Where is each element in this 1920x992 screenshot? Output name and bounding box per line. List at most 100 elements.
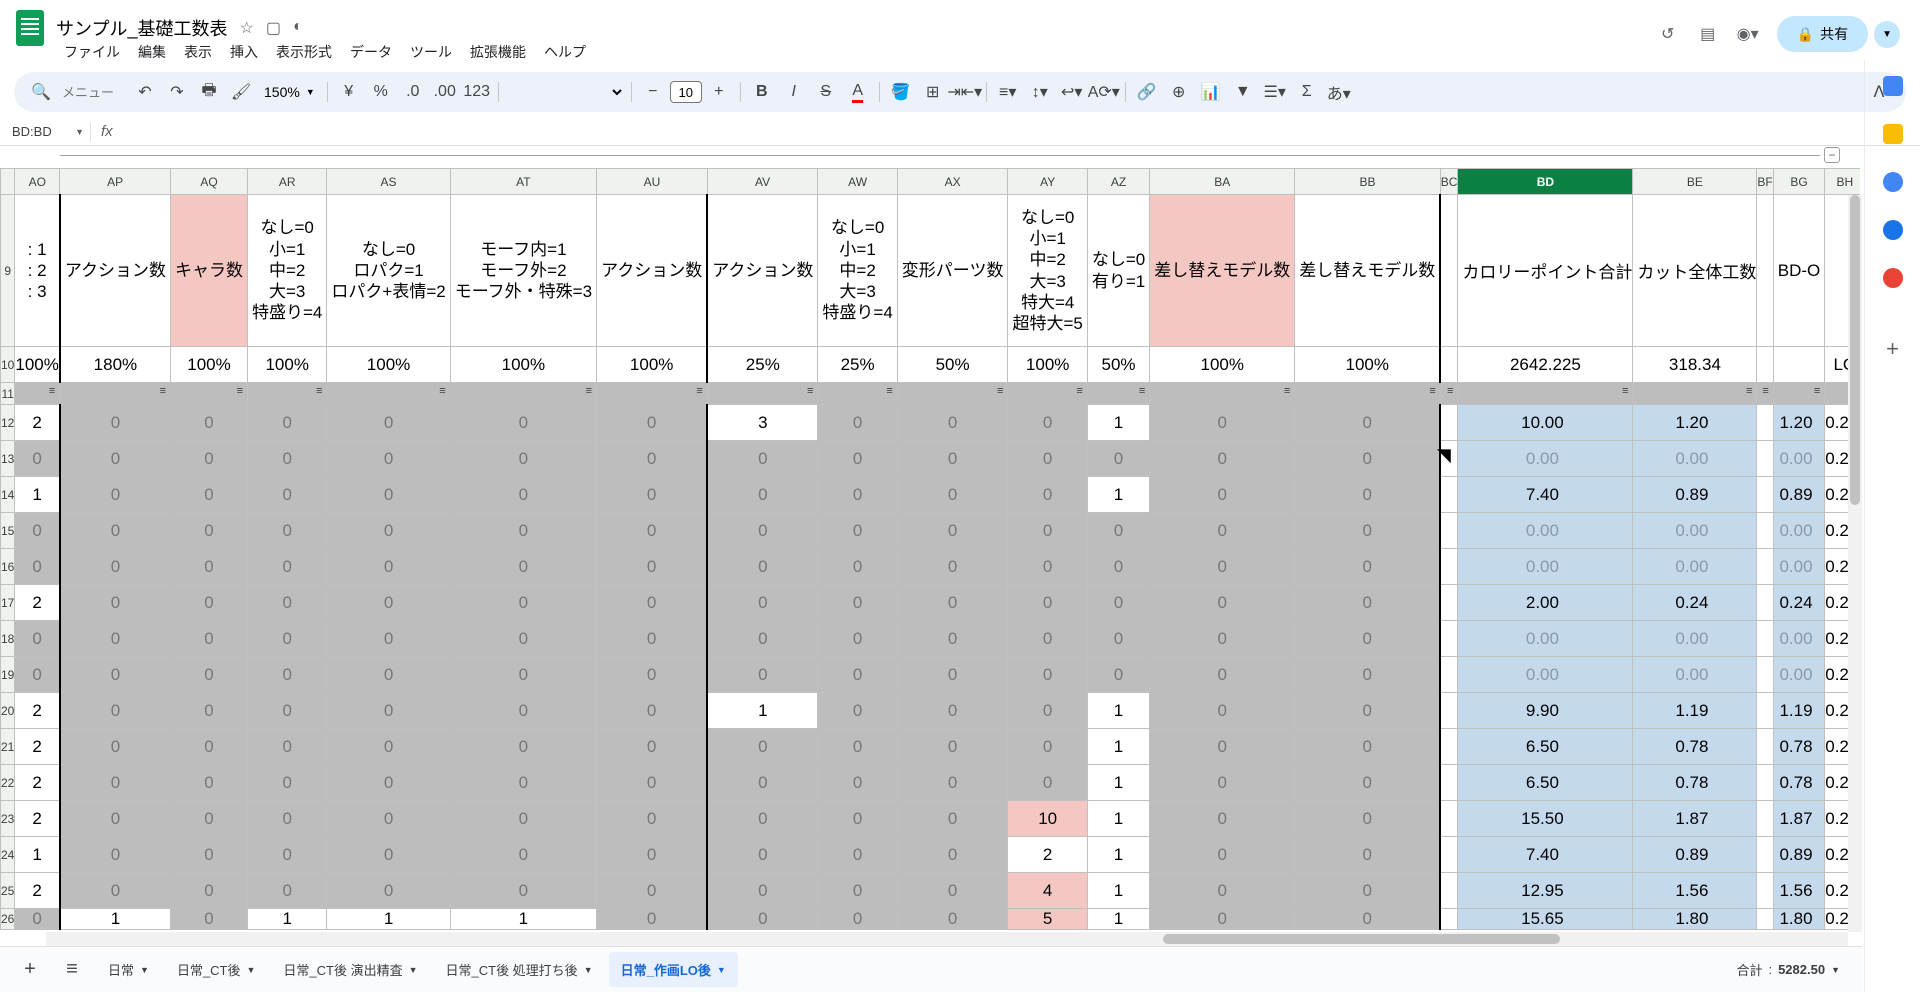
cell-19-BE[interactable]: 0.00 [1633, 657, 1757, 693]
cell-26-AR[interactable]: 1 [248, 909, 327, 930]
cell-17-BB[interactable]: 0 [1295, 585, 1441, 621]
filter-AU[interactable]: ≡ [597, 383, 708, 405]
cell-12-BA[interactable]: 0 [1150, 405, 1295, 441]
filter-icon[interactable]: ≡ [1429, 385, 1435, 397]
hdr9-AP[interactable]: アクション数 [60, 195, 171, 347]
filter-AV[interactable]: ≡ [707, 383, 818, 405]
filter-icon[interactable]: ≡ [49, 385, 55, 397]
cell-16-AX[interactable]: 0 [897, 549, 1008, 585]
cell-20-AQ[interactable]: 0 [171, 693, 248, 729]
r10-BB[interactable]: 100% [1295, 347, 1441, 383]
cell-21-AO[interactable]: 2 [15, 729, 60, 765]
cell-18-BF[interactable] [1757, 621, 1773, 657]
cell-14-BB[interactable]: 0 [1295, 477, 1441, 513]
cell-24-AS[interactable]: 0 [327, 837, 450, 873]
cell-22-AQ[interactable]: 0 [171, 765, 248, 801]
cell-14-AZ[interactable]: 1 [1087, 477, 1149, 513]
col-AW[interactable]: AW [818, 169, 897, 195]
filter-BA[interactable]: ≡ [1150, 383, 1295, 405]
row-9[interactable]: 9 [1, 195, 15, 347]
filter-icon[interactable]: ≡ [439, 385, 445, 397]
col-AQ[interactable]: AQ [171, 169, 248, 195]
bold-icon[interactable]: B [747, 78, 777, 106]
cell-25-BB[interactable]: 0 [1295, 873, 1441, 909]
filter-icon[interactable]: ≡ [1746, 385, 1752, 397]
cell-22-BF[interactable] [1757, 765, 1773, 801]
r10-AY[interactable]: 100% [1008, 347, 1087, 383]
cell-25-AO[interactable]: 2 [15, 873, 60, 909]
cell-12-AZ[interactable]: 1 [1087, 405, 1149, 441]
cell-24-AX[interactable]: 0 [897, 837, 1008, 873]
row-16[interactable]: 16 [1, 549, 15, 585]
move-icon[interactable]: ▢ [266, 18, 281, 38]
hdr9-BC[interactable] [1440, 195, 1458, 347]
cell-16-AY[interactable]: 0 [1008, 549, 1087, 585]
row-21[interactable]: 21 [1, 729, 15, 765]
cell-14-AX[interactable]: 0 [897, 477, 1008, 513]
borders-icon[interactable]: ⊞ [918, 78, 948, 106]
cell-20-BE[interactable]: 1.19 [1633, 693, 1757, 729]
hdr9-AO[interactable]: : 1: 2: 3 [15, 195, 60, 347]
maps-icon[interactable] [1883, 268, 1903, 288]
cell-12-AT[interactable]: 0 [450, 405, 596, 441]
cell-13-AY[interactable]: 0 [1008, 441, 1087, 477]
horizontal-scrollbar[interactable] [46, 932, 1848, 946]
cell-12-AP[interactable]: 0 [60, 405, 171, 441]
cell-24-BF[interactable] [1757, 837, 1773, 873]
filter-AO[interactable]: ≡ [15, 383, 60, 405]
menu-1[interactable]: 編集 [130, 38, 174, 66]
cell-15-AU[interactable]: 0 [597, 513, 708, 549]
cell-21-BE[interactable]: 0.78 [1633, 729, 1757, 765]
cell-17-BA[interactable]: 0 [1150, 585, 1295, 621]
cell-24-BE[interactable]: 0.89 [1633, 837, 1757, 873]
filter-icon[interactable]: ≡ [586, 385, 592, 397]
cell-13-AR[interactable]: 0 [248, 441, 327, 477]
hdr9-AZ[interactable]: なし=0有り=1 [1087, 195, 1149, 347]
cell-25-AW[interactable]: 0 [818, 873, 897, 909]
cell-23-AV[interactable]: 0 [707, 801, 818, 837]
cell-12-AQ[interactable]: 0 [171, 405, 248, 441]
cell-21-AS[interactable]: 0 [327, 729, 450, 765]
cell-15-BD[interactable]: 0.00 [1458, 513, 1633, 549]
cell-23-AU[interactable]: 0 [597, 801, 708, 837]
cell-21-BD[interactable]: 6.50 [1458, 729, 1633, 765]
col-BH[interactable]: BH [1825, 169, 1860, 195]
filter-icon[interactable]: ≡ [1139, 385, 1145, 397]
cell-26-AX[interactable]: 0 [897, 909, 1008, 930]
cell-21-AP[interactable]: 0 [60, 729, 171, 765]
col-AY[interactable]: AY [1008, 169, 1087, 195]
cell-16-BF[interactable] [1757, 549, 1773, 585]
hdr9-AU[interactable]: アクション数 [597, 195, 708, 347]
keep-icon[interactable] [1883, 124, 1903, 144]
more-formats-icon[interactable]: 123 [462, 78, 492, 106]
cell-21-AY[interactable]: 0 [1008, 729, 1087, 765]
r10-AV[interactable]: 25% [707, 347, 818, 383]
r10-AW[interactable]: 25% [818, 347, 897, 383]
cell-22-AX[interactable]: 0 [897, 765, 1008, 801]
cell-15-AR[interactable]: 0 [248, 513, 327, 549]
cell-13-BG[interactable]: 0.00 [1773, 441, 1825, 477]
r10-BC[interactable] [1440, 347, 1458, 383]
cell-17-BE[interactable]: 0.24 [1633, 585, 1757, 621]
cell-21-AU[interactable]: 0 [597, 729, 708, 765]
currency-yen-icon[interactable]: ¥ [334, 78, 364, 106]
cell-24-AR[interactable]: 0 [248, 837, 327, 873]
cell-23-AZ[interactable]: 1 [1087, 801, 1149, 837]
sheet-tab-1[interactable]: 日常_CT後▼ [165, 952, 267, 987]
cell-16-BG[interactable]: 0.00 [1773, 549, 1825, 585]
filter-AS[interactable]: ≡ [327, 383, 450, 405]
cell-13-AU[interactable]: 0 [597, 441, 708, 477]
cell-18-AS[interactable]: 0 [327, 621, 450, 657]
cell-16-BB[interactable]: 0 [1295, 549, 1441, 585]
row-11[interactable]: 11 [1, 383, 15, 405]
col-AR[interactable]: AR [248, 169, 327, 195]
sheet-tab-4[interactable]: 日常_作画LO後▼ [609, 952, 738, 987]
cell-23-AP[interactable]: 0 [60, 801, 171, 837]
r10-BA[interactable]: 100% [1150, 347, 1295, 383]
cell-13-BD[interactable]: 0.00 [1458, 441, 1633, 477]
filter-AQ[interactable]: ≡ [171, 383, 248, 405]
cell-21-AQ[interactable]: 0 [171, 729, 248, 765]
cell-16-AV[interactable]: 0 [707, 549, 818, 585]
cell-23-AQ[interactable]: 0 [171, 801, 248, 837]
hdr9-AV[interactable]: アクション数 [707, 195, 818, 347]
